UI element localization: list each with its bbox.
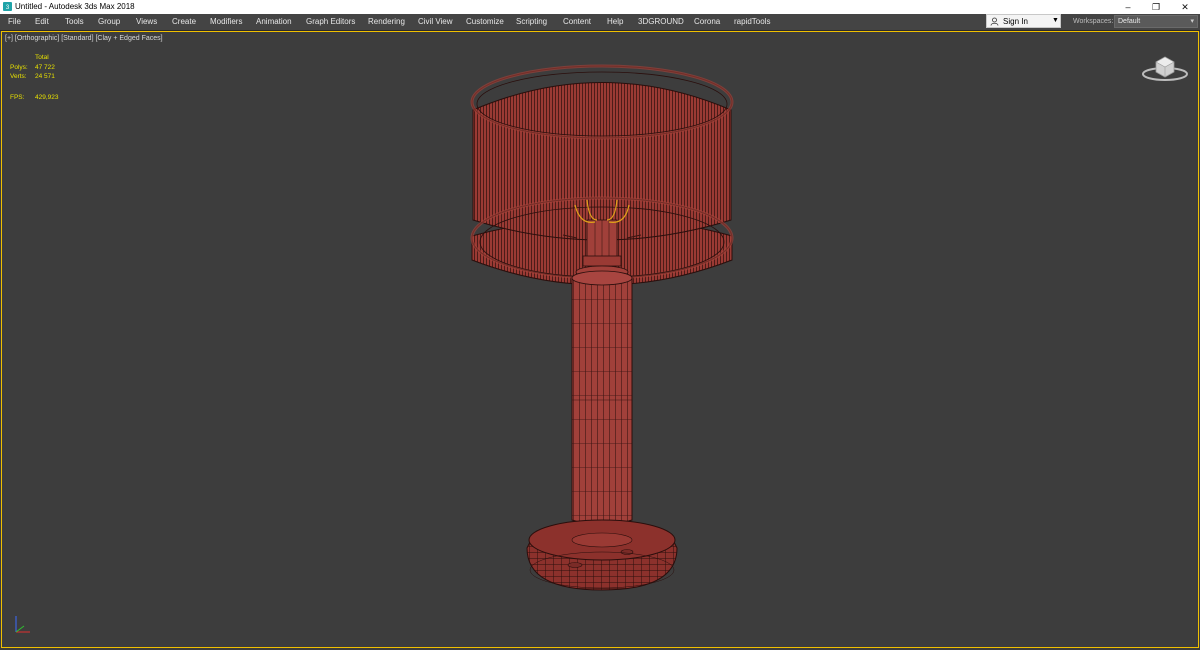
menu-views[interactable]: Views	[136, 14, 157, 30]
chevron-down-icon: ▾	[1190, 18, 1194, 25]
sign-in-label: Sign In	[1003, 17, 1028, 26]
menu-group[interactable]: Group	[98, 14, 120, 30]
workspaces-label: Workspaces:	[1073, 18, 1114, 25]
3ds-max-icon: 3	[3, 2, 12, 11]
menu-rendering[interactable]: Rendering	[368, 14, 405, 30]
menu-civil-view[interactable]: Civil View	[418, 14, 453, 30]
close-button[interactable]: ✕	[1170, 0, 1200, 14]
menu-file[interactable]: File	[8, 14, 21, 30]
maximize-button[interactable]: ❐	[1141, 0, 1171, 14]
sign-in-dropdown[interactable]: Sign In ▼	[986, 14, 1061, 28]
menu-tools[interactable]: Tools	[65, 14, 84, 30]
axis-tripod-icon	[10, 612, 36, 638]
menu-create[interactable]: Create	[172, 14, 196, 30]
workspaces-value: Default	[1118, 18, 1141, 25]
menu-graph-editors[interactable]: Graph Editors	[306, 14, 355, 30]
stats-polys-label: Polys:	[10, 64, 28, 71]
menu-customize[interactable]: Customize	[466, 14, 504, 30]
minimize-button[interactable]: –	[1113, 0, 1143, 14]
menu-content[interactable]: Content	[563, 14, 591, 30]
menu-modifiers[interactable]: Modifiers	[210, 14, 242, 30]
stats-fps-value: 429,923	[35, 94, 59, 101]
user-icon	[990, 17, 999, 26]
menu-scripting[interactable]: Scripting	[516, 14, 547, 30]
menu-corona[interactable]: Corona	[694, 14, 720, 30]
menu-help[interactable]: Help	[607, 14, 623, 30]
viewport-label[interactable]: [+] [Orthographic] [Standard] [Clay + Ed…	[5, 35, 163, 42]
stats-verts-label: Verts:	[10, 73, 27, 80]
stats-fps-label: FPS:	[10, 94, 25, 101]
stats-total-label: Total	[35, 54, 49, 61]
menu-animation[interactable]: Animation	[256, 14, 292, 30]
menu-3dground[interactable]: 3DGROUND	[638, 14, 684, 30]
viewcube-icon[interactable]	[1140, 52, 1190, 84]
stats-polys-value: 47 722	[35, 64, 55, 71]
workspaces-select[interactable]: Default ▾	[1114, 15, 1198, 28]
window-title: Untitled - Autodesk 3ds Max 2018	[15, 2, 135, 11]
chevron-down-icon: ▼	[1052, 17, 1059, 24]
title-bar: 3 Untitled - Autodesk 3ds Max 2018 – ❐ ✕	[0, 0, 1200, 14]
menu-edit[interactable]: Edit	[35, 14, 49, 30]
stats-verts-value: 24 571	[35, 73, 55, 80]
menu-rapidtools[interactable]: rapidTools	[734, 14, 770, 30]
lamp-model[interactable]	[465, 60, 740, 595]
